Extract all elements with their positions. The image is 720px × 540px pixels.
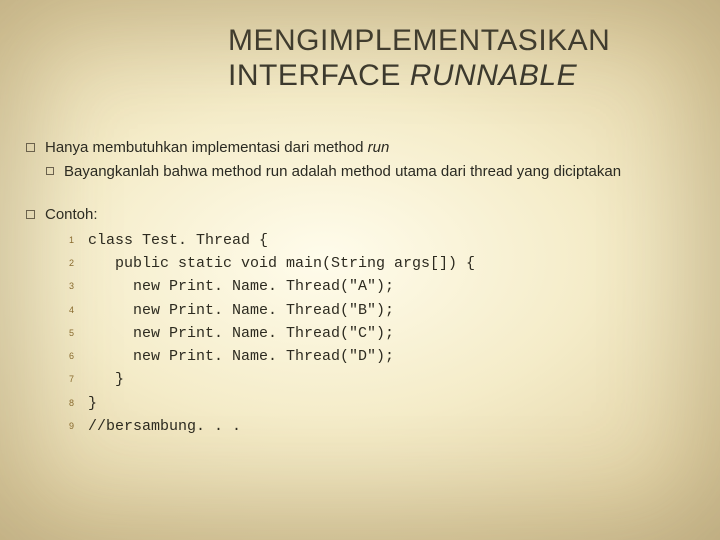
code-line: 6 new Print. Name. Thread("D"); [54,345,694,368]
square-bullet-icon [26,143,35,152]
slide-title: MENGIMPLEMENTASIKAN INTERFACE RUNNABLE [228,24,690,93]
code-listing: 1class Test. Thread {2 public static voi… [54,229,694,438]
code-line: 2 public static void main(String args[])… [54,252,694,275]
code-text: new Print. Name. Thread("A"); [88,275,394,298]
bullet-1-text: Hanya membutuhkan implementasi dari meth… [45,138,694,158]
title-line-2b: RUNNABLE [410,59,577,92]
title-line-2: INTERFACE RUNNABLE [228,59,690,94]
line-number: 5 [54,327,74,341]
code-text: } [88,392,97,415]
line-number: 1 [54,234,74,248]
bullet-1: Hanya membutuhkan implementasi dari meth… [26,138,694,158]
bullet-1-text-b: run [368,139,390,156]
line-number: 6 [54,350,74,364]
line-number: 8 [54,397,74,411]
title-line-1: MENGIMPLEMENTASIKAN [228,24,690,59]
bullet-2-label: Contoh: [45,205,694,225]
code-line: 8} [54,392,694,415]
title-line-2a: INTERFACE [228,59,410,92]
code-line: 5 new Print. Name. Thread("C"); [54,322,694,345]
code-text: class Test. Thread { [88,229,268,252]
square-bullet-icon [26,210,35,219]
bullet-1-sub-text: Bayangkanlah bahwa method run adalah met… [64,162,694,182]
code-line: 4 new Print. Name. Thread("B"); [54,299,694,322]
code-line: 3 new Print. Name. Thread("A"); [54,275,694,298]
line-number: 4 [54,304,74,318]
line-number: 3 [54,280,74,294]
bullet-1-text-a: Hanya membutuhkan implementasi dari meth… [45,139,368,156]
code-line: 7 } [54,368,694,391]
code-text: public static void main(String args[]) { [88,252,475,275]
code-line: 1 class Test. Thread { [54,229,694,252]
square-bullet-icon [46,167,54,175]
bullet-2-block: Contoh: 1class Test. Thread {2 public st… [26,205,694,439]
code-text: new Print. Name. Thread("D"); [88,345,394,368]
bullet-1-sub: Bayangkanlah bahwa method run adalah met… [46,162,694,182]
line-number: 2 [54,257,74,271]
code-line: 9 //bersambung. . . [54,415,694,438]
code-text: //bersambung. . . [88,415,241,438]
line-number: 7 [54,373,74,387]
code-text: } [88,368,124,391]
bullet-2: Contoh: [26,205,694,225]
code-text: new Print. Name. Thread("C"); [88,322,394,345]
code-text: new Print. Name. Thread("B"); [88,299,394,322]
slide-body: Hanya membutuhkan implementasi dari meth… [26,138,694,438]
line-number: 9 [54,420,74,434]
